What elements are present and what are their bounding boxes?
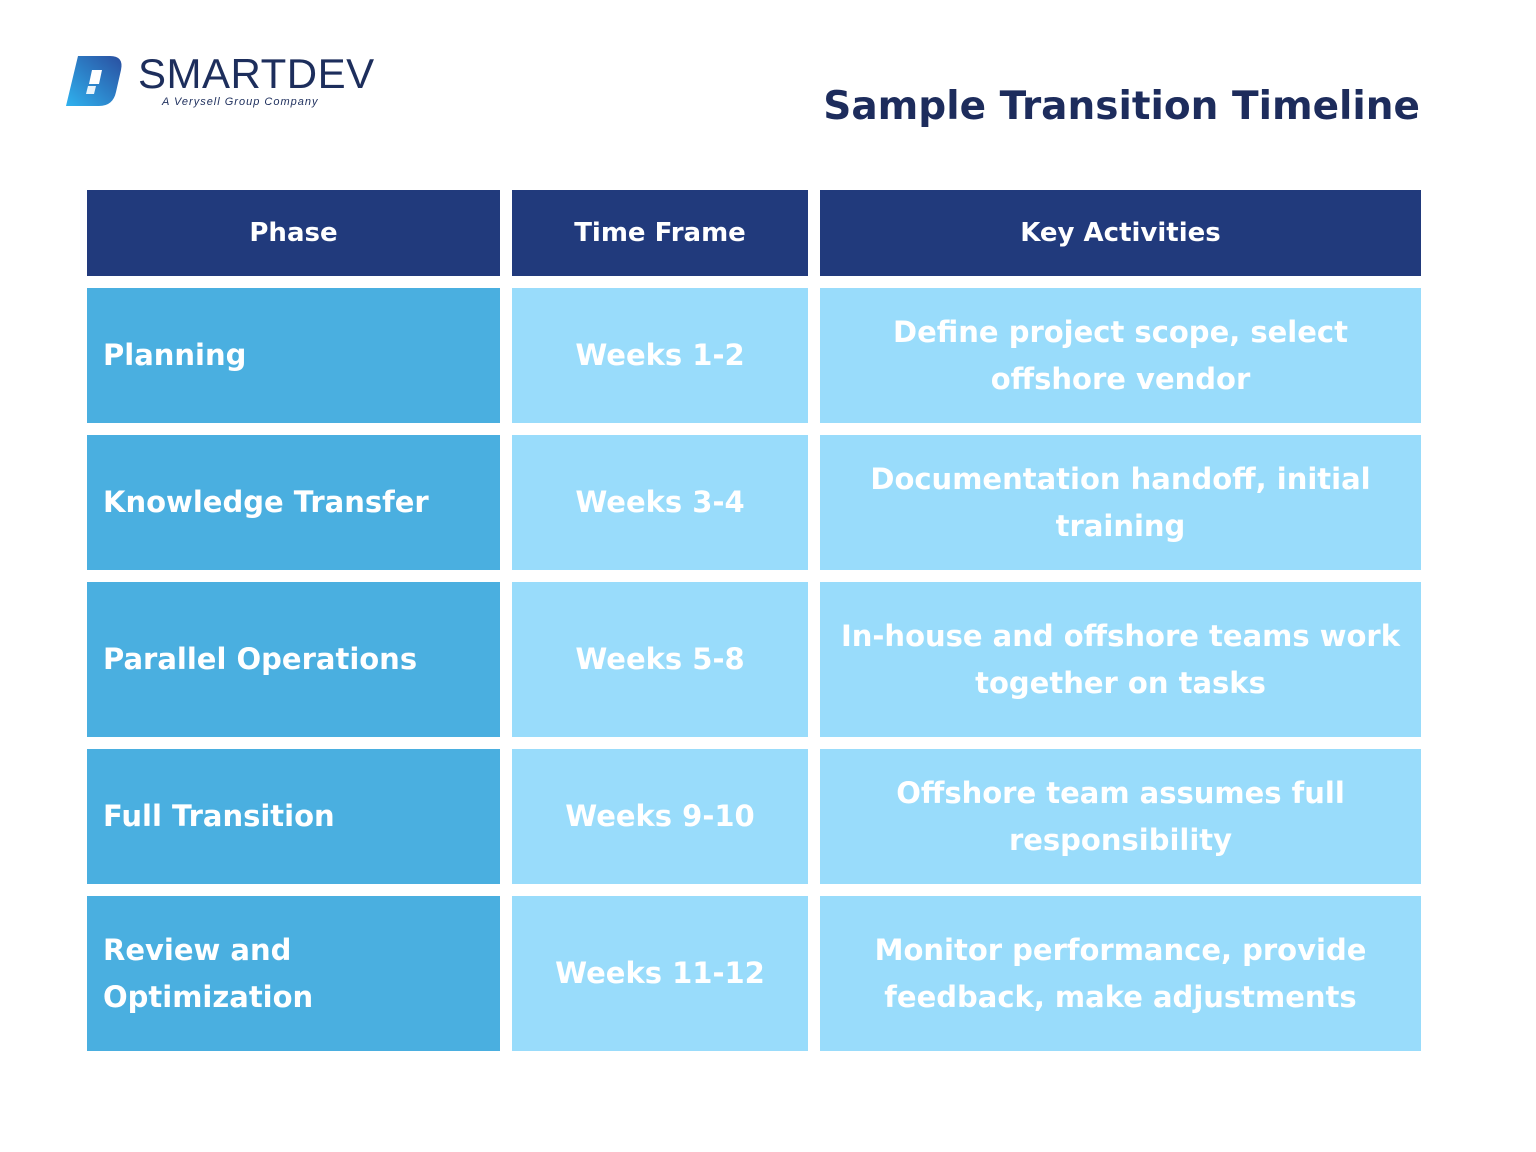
brand-tagline: A Verysell Group Company bbox=[162, 96, 319, 108]
phase-cell: Parallel Operations bbox=[87, 582, 500, 737]
smartdev-logo: SMARTDEV A Verysell Group Company bbox=[66, 50, 386, 112]
activities-cell: Define project scope, select offshore ve… bbox=[820, 288, 1421, 423]
activities-cell: Documentation handoff, initial training bbox=[820, 435, 1421, 570]
header-key-activities: Key Activities bbox=[820, 190, 1421, 276]
time-cell: Weeks 1-2 bbox=[512, 288, 808, 423]
time-cell: Weeks 11-12 bbox=[512, 896, 808, 1051]
smartdev-logo-icon bbox=[66, 56, 122, 106]
page-title: Sample Transition Timeline bbox=[823, 84, 1420, 129]
activities-cell: Monitor performance, provide feedback, m… bbox=[820, 896, 1421, 1051]
time-cell: Weeks 3-4 bbox=[512, 435, 808, 570]
phase-cell: Planning bbox=[87, 288, 500, 423]
timeline-table: Phase Time Frame Key Activities Planning… bbox=[87, 190, 1421, 1051]
activities-cell: Offshore team assumes full responsibilit… bbox=[820, 749, 1421, 884]
brand-name: SMARTDEV bbox=[138, 50, 375, 97]
time-cell: Weeks 5-8 bbox=[512, 582, 808, 737]
phase-cell: Knowledge Transfer bbox=[87, 435, 500, 570]
header-time-frame: Time Frame bbox=[512, 190, 808, 276]
time-cell: Weeks 9-10 bbox=[512, 749, 808, 884]
header-phase: Phase bbox=[87, 190, 500, 276]
activities-cell: In-house and offshore teams work togethe… bbox=[820, 582, 1421, 737]
phase-cell: Review and Optimization bbox=[87, 896, 500, 1051]
phase-cell: Full Transition bbox=[87, 749, 500, 884]
